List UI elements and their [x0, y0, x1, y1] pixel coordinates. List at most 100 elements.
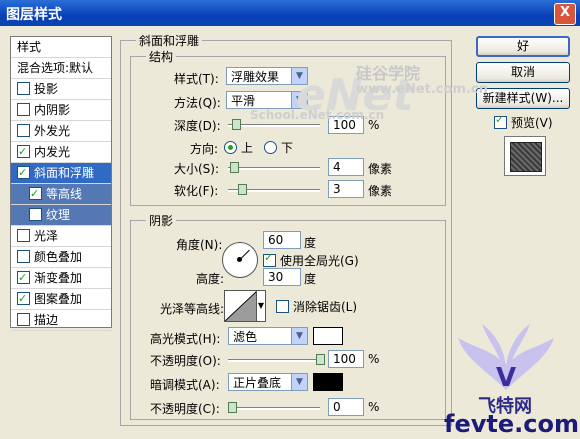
- shadow-opacity-label: 不透明度(C):: [150, 402, 220, 416]
- chevron-down-icon: ▼: [291, 92, 307, 108]
- style-checkbox[interactable]: [17, 103, 30, 116]
- shading-title: 阴影: [146, 212, 177, 229]
- highlight-opacity-thumb[interactable]: [316, 354, 325, 365]
- shadow-mode-value: 正片叠底: [233, 376, 282, 390]
- style-list-item-label: 等高线: [46, 187, 83, 201]
- preview-checkbox[interactable]: [494, 113, 507, 129]
- style-list-item[interactable]: 图案叠加: [11, 289, 111, 310]
- direction-up-option[interactable]: 上: [224, 139, 253, 156]
- style-checkbox[interactable]: [17, 163, 30, 183]
- depth-input[interactable]: 100: [328, 116, 364, 134]
- new-style-button[interactable]: 新建样式(W)...: [476, 88, 570, 109]
- style-list-item[interactable]: 渐变叠加: [11, 268, 111, 289]
- style-list-item-label: 颜色叠加: [34, 250, 83, 264]
- svg-text:V: V: [496, 363, 516, 393]
- style-list-item-label: 外发光: [34, 124, 71, 138]
- style-list-item[interactable]: 内发光: [11, 142, 111, 163]
- style-list-item[interactable]: 外发光: [11, 121, 111, 142]
- altitude-input[interactable]: 30: [263, 268, 301, 286]
- size-input[interactable]: 4: [328, 158, 364, 176]
- direction-down-radio[interactable]: [264, 141, 277, 154]
- style-checkbox[interactable]: [17, 229, 30, 242]
- size-unit: 像素: [368, 162, 393, 176]
- title-bar: 图层样式 X: [0, 0, 580, 26]
- style-list-item[interactable]: 纹理: [11, 205, 111, 226]
- style-list-item[interactable]: 等高线: [11, 184, 111, 205]
- preview-option[interactable]: 预览(V): [494, 113, 553, 131]
- shadow-opacity-thumb[interactable]: [228, 402, 237, 413]
- style-checkbox[interactable]: [17, 142, 30, 162]
- style-checkbox[interactable]: [17, 250, 30, 263]
- global-light-option[interactable]: 使用全局光(G): [263, 251, 359, 269]
- style-list-item-label: 描边: [34, 313, 59, 327]
- style-list-item[interactable]: 描边: [11, 310, 111, 331]
- style-checkbox[interactable]: [17, 82, 30, 95]
- direction-up-radio[interactable]: [224, 141, 237, 154]
- highlight-mode-select[interactable]: 滤色 ▼: [228, 327, 308, 345]
- antialias-checkbox[interactable]: [276, 300, 289, 313]
- style-select[interactable]: 浮雕效果 ▼: [226, 67, 308, 85]
- shadow-opacity-input[interactable]: 0: [328, 398, 364, 416]
- style-checkbox[interactable]: [17, 313, 30, 326]
- style-list-item-label: 内阴影: [34, 103, 71, 117]
- structure-title: 结构: [146, 48, 177, 65]
- style-list-item[interactable]: 斜面和浮雕: [11, 163, 111, 184]
- style-list-item[interactable]: 投影: [11, 79, 111, 100]
- global-light-checkbox[interactable]: [263, 251, 276, 267]
- angle-input[interactable]: 60: [263, 231, 301, 249]
- highlight-mode-value: 滤色: [233, 330, 258, 344]
- shadow-mode-select[interactable]: 正片叠底 ▼: [228, 373, 308, 391]
- highlight-opacity-slider[interactable]: [228, 354, 325, 366]
- direction-down-option[interactable]: 下: [264, 139, 293, 156]
- style-list-item[interactable]: 样式: [11, 37, 111, 58]
- style-list-item-label: 斜面和浮雕: [34, 166, 95, 180]
- style-checkbox[interactable]: [17, 268, 30, 288]
- technique-select[interactable]: 平滑 ▼: [226, 91, 308, 109]
- style-checkbox[interactable]: [17, 289, 30, 309]
- chevron-down-icon: ▼: [291, 374, 307, 390]
- size-label: 大小(S):: [174, 162, 220, 176]
- gloss-contour-dropdown[interactable]: ▼: [256, 290, 266, 322]
- depth-unit: %: [368, 118, 380, 132]
- angle-label: 角度(N):: [176, 238, 223, 252]
- soften-input[interactable]: 3: [328, 180, 364, 198]
- antialias-label: 消除锯齿(L): [293, 300, 358, 314]
- style-label: 样式(T):: [174, 72, 219, 86]
- style-list-item[interactable]: 内阴影: [11, 100, 111, 121]
- style-checkbox[interactable]: [17, 124, 30, 137]
- style-checkbox[interactable]: [29, 208, 42, 221]
- shadow-opacity-slider[interactable]: [228, 402, 320, 414]
- style-checkbox[interactable]: [29, 184, 42, 204]
- cancel-button[interactable]: 取消: [476, 62, 570, 83]
- shadow-color-swatch[interactable]: [313, 373, 343, 391]
- size-slider-thumb[interactable]: [230, 162, 239, 173]
- angle-dial[interactable]: [222, 242, 258, 278]
- style-list-item-label: 图案叠加: [34, 292, 83, 306]
- style-list-item[interactable]: 混合选项:默认: [11, 58, 111, 79]
- window-title: 图层样式: [6, 7, 62, 23]
- close-button[interactable]: X: [554, 3, 576, 25]
- chevron-down-icon: ▼: [291, 328, 307, 344]
- direction-up-label: 上: [241, 141, 254, 155]
- style-select-value: 浮雕效果: [231, 70, 280, 84]
- depth-slider[interactable]: [228, 119, 320, 131]
- technique-select-value: 平滑: [231, 94, 256, 108]
- style-list-item[interactable]: 光泽: [11, 226, 111, 247]
- highlight-opacity-input[interactable]: 100: [328, 350, 364, 368]
- altitude-unit: 度: [304, 272, 317, 286]
- size-slider[interactable]: [228, 162, 320, 174]
- depth-slider-thumb[interactable]: [232, 119, 241, 130]
- gloss-contour-preview[interactable]: [224, 290, 258, 322]
- ok-button[interactable]: 好: [476, 36, 570, 57]
- highlight-color-swatch[interactable]: [313, 327, 343, 345]
- soften-slider[interactable]: [228, 184, 320, 196]
- contour-curve-icon: [225, 291, 257, 321]
- shadow-mode-label: 暗调模式(A):: [150, 378, 220, 392]
- style-list-item[interactable]: 颜色叠加: [11, 247, 111, 268]
- highlight-opacity-label: 不透明度(O):: [150, 354, 221, 368]
- soften-slider-thumb[interactable]: [238, 184, 247, 195]
- technique-label: 方法(Q):: [174, 96, 221, 110]
- style-list-item-label: 样式: [17, 40, 42, 54]
- antialias-option[interactable]: 消除锯齿(L): [276, 298, 357, 315]
- highlight-opacity-unit: %: [368, 352, 380, 366]
